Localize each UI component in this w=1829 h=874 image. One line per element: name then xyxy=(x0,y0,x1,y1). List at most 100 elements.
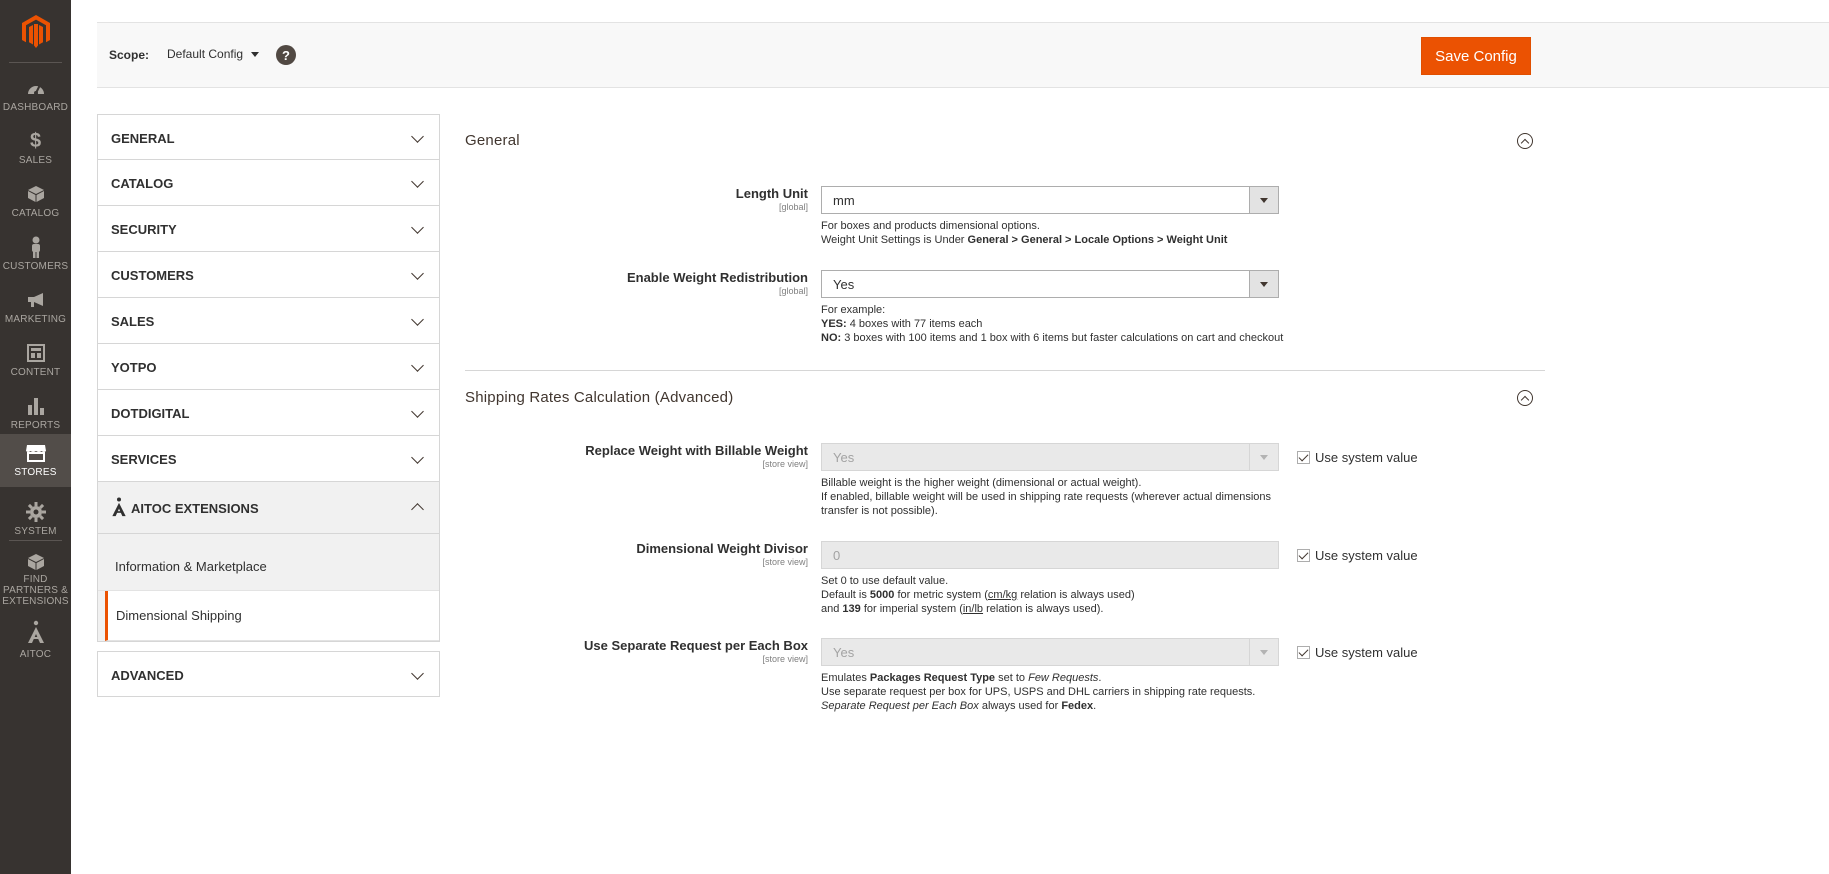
note-line: If enabled, billable weight will be used… xyxy=(821,491,1272,517)
field-label: Length Unit [global] xyxy=(736,186,808,212)
note-line: YES: 4 boxes with 77 items each xyxy=(821,317,1301,331)
note-text: . xyxy=(1093,700,1097,712)
note-text: set to xyxy=(995,672,1029,684)
note-line: and 139 for imperial system (in/lb relat… xyxy=(821,602,1286,616)
tab-sales[interactable]: SALES xyxy=(97,298,440,344)
separate-request-select[interactable]: Yes xyxy=(821,638,1279,666)
nav-item-reports[interactable]: REPORTS xyxy=(0,387,71,440)
use-system-value-checkbox[interactable]: Use system value xyxy=(1297,450,1418,465)
caret-down-icon xyxy=(1249,271,1278,297)
nav-item-sales[interactable]: $ SALES xyxy=(0,122,71,175)
nav-label: DASHBOARD xyxy=(2,102,69,113)
nav-item-content[interactable]: CONTENT xyxy=(0,334,71,387)
scope-hint: [store view] xyxy=(762,459,808,469)
nav-item-aitoc[interactable]: AITOC xyxy=(0,610,71,663)
label-text: Use Separate Request per Each Box xyxy=(584,638,808,653)
field-note: Set 0 to use default value. Default is 5… xyxy=(821,574,1286,616)
tab-item-information-marketplace[interactable]: Information & Marketplace xyxy=(98,534,439,591)
select-value: Yes xyxy=(833,449,855,465)
note-text: relation is always used). xyxy=(983,603,1104,615)
help-icon[interactable]: ? xyxy=(276,45,296,65)
scope-switcher[interactable]: Default Config xyxy=(167,47,260,61)
chevron-down-icon xyxy=(411,667,424,680)
note-text: Emulates xyxy=(821,672,870,684)
tab-label: SERVICES xyxy=(111,452,177,467)
tab-catalog[interactable]: CATALOG xyxy=(97,160,440,206)
note-text: relation is always used) xyxy=(1017,589,1135,601)
nav-item-marketing[interactable]: MARKETING xyxy=(0,281,71,334)
nav-label: AITOC xyxy=(19,649,52,660)
chevron-down-icon xyxy=(411,313,424,326)
dimensional-divisor-input[interactable]: 0 xyxy=(821,541,1279,569)
tab-label: DOTDIGITAL xyxy=(111,406,190,421)
chevron-down-icon xyxy=(411,451,424,464)
tab-item-label: Dimensional Shipping xyxy=(116,608,242,623)
nav-item-customers[interactable]: CUSTOMERS xyxy=(0,228,71,281)
nav-label: STORES xyxy=(14,467,57,478)
tab-services[interactable]: SERVICES xyxy=(97,436,440,482)
checkbox-checked-icon xyxy=(1297,451,1310,464)
field-note: For boxes and products dimensional optio… xyxy=(821,219,1286,247)
section-title-general[interactable]: General xyxy=(465,132,520,149)
person-icon xyxy=(29,236,43,258)
chevron-down-icon xyxy=(411,130,424,143)
tab-security[interactable]: SECURITY xyxy=(97,206,440,252)
use-system-value-checkbox[interactable]: Use system value xyxy=(1297,548,1418,563)
tab-label: CATALOG xyxy=(111,176,174,191)
nav-label: SYSTEM xyxy=(14,526,57,537)
note-italic: Separate Request per Each Box xyxy=(821,700,979,712)
checkbox-checked-icon xyxy=(1297,646,1310,659)
collapse-icon[interactable] xyxy=(1517,133,1533,149)
field-label: Use Separate Request per Each Box [store… xyxy=(584,638,808,664)
weight-redistribution-select[interactable]: Yes xyxy=(821,270,1279,298)
note-line: Weight Unit Settings is Under General > … xyxy=(821,233,1286,247)
nav-item-dashboard[interactable]: DASHBOARD xyxy=(0,69,71,122)
tab-label: SALES xyxy=(111,314,155,329)
collapse-icon[interactable] xyxy=(1517,390,1533,406)
tab-general[interactable]: GENERAL xyxy=(97,114,440,160)
field-label: Replace Weight with Billable Weight [sto… xyxy=(585,443,808,469)
caret-down-icon xyxy=(251,51,260,57)
checkbox-checked-icon xyxy=(1297,549,1310,562)
nav-item-find-partners[interactable]: FIND PARTNERS & EXTENSIONS xyxy=(0,545,71,607)
use-system-value-checkbox[interactable]: Use system value xyxy=(1297,645,1418,660)
nav-item-stores[interactable]: STORES xyxy=(0,434,71,487)
note-line: Use separate request per box for UPS, US… xyxy=(821,686,1256,698)
scope-bar: Scope: Default Config ? Save Config xyxy=(97,22,1829,88)
billable-weight-select[interactable]: Yes xyxy=(821,443,1279,471)
tab-label: ADVANCED xyxy=(111,668,184,683)
gear-icon xyxy=(25,501,46,523)
note-text: Default is xyxy=(821,589,870,601)
nav-item-system[interactable]: SYSTEM xyxy=(0,493,71,546)
note-unit: in/lb xyxy=(962,603,984,615)
nav-item-catalog[interactable]: CATALOG xyxy=(0,175,71,228)
length-unit-select[interactable]: mm xyxy=(821,186,1279,214)
scope-hint: [global] xyxy=(778,202,808,212)
note-line: Emulates Packages Request Type set to Fe… xyxy=(821,671,1286,685)
note-bold: Packages Request Type xyxy=(869,672,996,684)
tab-customers[interactable]: CUSTOMERS xyxy=(97,252,440,298)
tab-item-dimensional-shipping[interactable]: Dimensional Shipping xyxy=(105,591,439,641)
tab-dotdigital[interactable]: DOTDIGITAL xyxy=(97,390,440,436)
label-text: Replace Weight with Billable Weight xyxy=(585,443,808,458)
tab-label: SECURITY xyxy=(111,222,177,237)
note-line: Billable weight is the higher weight (di… xyxy=(821,477,1142,489)
save-config-button[interactable]: Save Config xyxy=(1421,37,1531,75)
magento-logo-icon xyxy=(21,14,50,48)
note-text: always used for xyxy=(978,700,1062,712)
scope-hint: [global] xyxy=(778,286,808,296)
checkbox-label: Use system value xyxy=(1315,548,1418,563)
label-text: Enable Weight Redistribution xyxy=(626,270,808,285)
chevron-down-icon xyxy=(411,221,424,234)
nav-label: SALES xyxy=(18,155,53,166)
magento-logo[interactable] xyxy=(0,0,71,62)
tab-advanced[interactable]: ADVANCED xyxy=(97,651,440,697)
section-title-shipping-rates[interactable]: Shipping Rates Calculation (Advanced) xyxy=(465,389,733,406)
tab-yotpo[interactable]: YOTPO xyxy=(97,344,440,390)
tab-aitoc-extensions[interactable]: AITOC EXTENSIONS xyxy=(97,482,440,534)
checkbox-label: Use system value xyxy=(1315,645,1418,660)
nav-label: REPORTS xyxy=(10,420,61,431)
note-text: 4 boxes with 77 items each xyxy=(846,318,983,330)
nav-label: FIND PARTNERS & EXTENSIONS xyxy=(2,574,69,607)
caret-down-icon xyxy=(1249,187,1278,213)
